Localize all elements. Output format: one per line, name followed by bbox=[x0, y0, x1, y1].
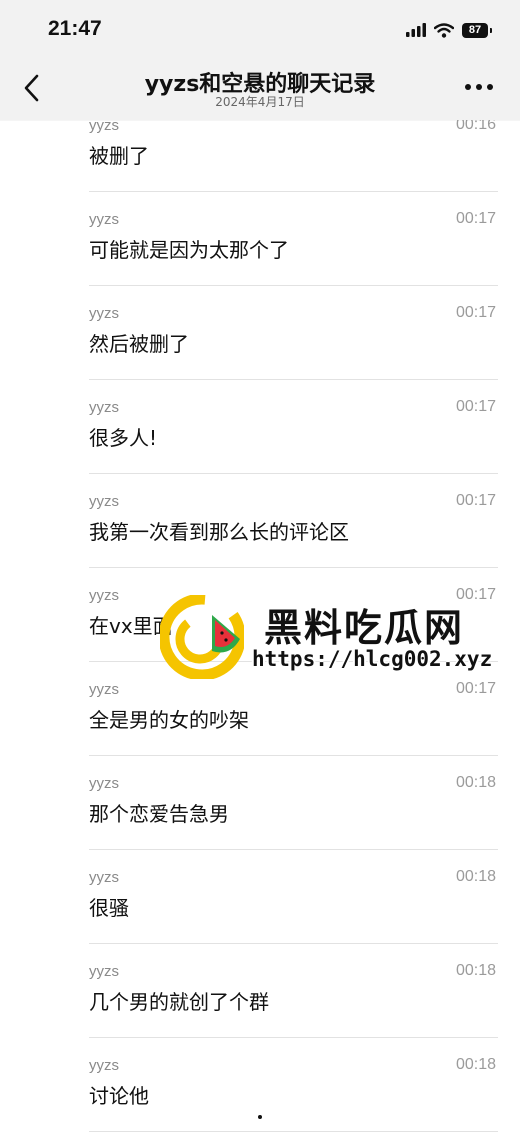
message-text: 讨论他 bbox=[89, 1084, 149, 1108]
message-sender: yyzs bbox=[89, 493, 119, 510]
message-time: 00:17 bbox=[455, 680, 496, 697]
message-sender: yyzs bbox=[89, 305, 119, 322]
home-indicator bbox=[258, 1115, 262, 1119]
message-row[interactable]: yyzs 00:17 可能就是因为太那个了 bbox=[0, 192, 520, 286]
page-subtitle-date: 2024年4月17日 bbox=[215, 95, 305, 109]
message-time: 00:18 bbox=[455, 1056, 496, 1073]
message-time: 00:18 bbox=[455, 962, 496, 979]
message-time: 00:18 bbox=[455, 774, 496, 791]
status-icons: 87 bbox=[406, 20, 492, 40]
message-time: 00:18 bbox=[455, 868, 496, 885]
wifi-icon bbox=[434, 22, 454, 38]
battery-level: 87 bbox=[468, 24, 482, 36]
message-text: 可能就是因为太那个了 bbox=[89, 238, 289, 262]
message-text: 被删了 bbox=[89, 144, 149, 168]
nav-bar: yyzs和空悬的聊天记录 2024年4月17日 bbox=[0, 58, 520, 120]
message-row[interactable]: yyzs 00:17 然后被删了 bbox=[0, 286, 520, 380]
message-row[interactable]: yyzs 00:18 几个男的就创了个群 bbox=[0, 944, 520, 1038]
message-text: 我第一次看到那么长的评论区 bbox=[89, 520, 349, 544]
message-row[interactable]: yyzs 00:17 我第一次看到那么长的评论区 bbox=[0, 474, 520, 568]
watermark: 黑料吃瓜网 https://hlcg002.xyz bbox=[160, 595, 500, 679]
cellular-signal-icon bbox=[406, 23, 426, 37]
message-sender: yyzs bbox=[89, 963, 119, 980]
message-sender: yyzs bbox=[89, 1057, 119, 1074]
message-time: 00:17 bbox=[455, 210, 496, 227]
message-sender: yyzs bbox=[89, 681, 119, 698]
message-row[interactable]: yyzs 00:17 很多人! bbox=[0, 380, 520, 474]
message-text: 那个恋爱告急男 bbox=[89, 802, 229, 826]
watermark-url: https://hlcg002.xyz bbox=[252, 647, 493, 671]
message-text: 全是男的女的吵架 bbox=[89, 708, 249, 732]
status-bar: 21:47 87 bbox=[0, 0, 520, 58]
message-sender: yyzs bbox=[89, 869, 119, 886]
message-sender: yyzs bbox=[89, 399, 119, 416]
message-sender: yyzs bbox=[89, 587, 119, 604]
message-time: 00:17 bbox=[455, 304, 496, 321]
watermelon-logo-icon bbox=[160, 595, 244, 679]
message-row[interactable]: yyzs 00:18 很骚 bbox=[0, 850, 520, 944]
battery-icon: 87 bbox=[462, 22, 492, 38]
watermark-brand: 黑料吃瓜网 bbox=[264, 606, 465, 650]
message-time: 00:17 bbox=[455, 398, 496, 415]
status-time: 21:47 bbox=[48, 17, 102, 40]
more-options-icon[interactable] bbox=[464, 80, 494, 94]
message-text: 几个男的就创了个群 bbox=[89, 990, 269, 1014]
message-row[interactable]: yyzs 00:18 那个恋爱告急男 bbox=[0, 756, 520, 850]
message-row[interactable]: yyzs 00:17 全是男的女的吵架 bbox=[0, 662, 520, 756]
message-sender: yyzs bbox=[89, 211, 119, 228]
message-time: 00:17 bbox=[455, 492, 496, 509]
message-sender: yyzs bbox=[89, 775, 119, 792]
message-text: 然后被删了 bbox=[89, 332, 189, 356]
message-text: 很骚 bbox=[89, 896, 129, 920]
message-text: 很多人! bbox=[89, 426, 158, 450]
